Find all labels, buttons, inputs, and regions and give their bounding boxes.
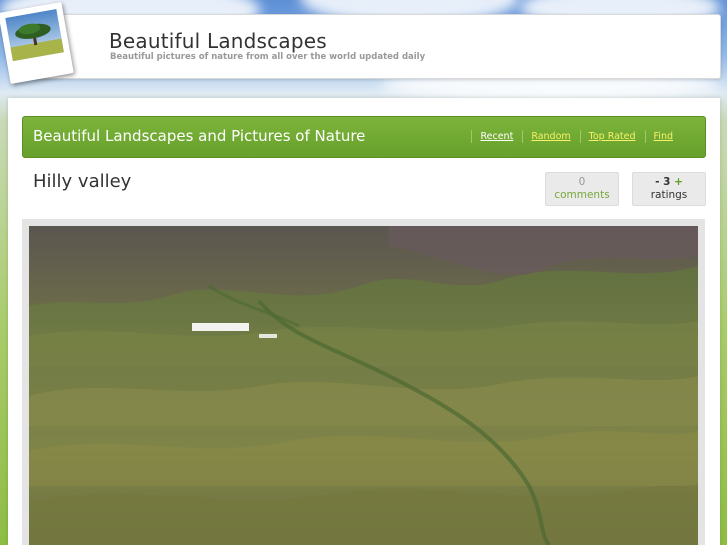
vote-up-button[interactable]: + <box>674 176 683 188</box>
nav-link-recent[interactable]: Recent <box>471 130 522 143</box>
ratings-label: ratings <box>650 189 688 201</box>
comments-box[interactable]: 0 comments <box>545 172 619 206</box>
nav-link-random[interactable]: Random <box>522 130 579 143</box>
nav-links: Recent Random Top Rated Find <box>471 130 705 143</box>
comments-count: 0 <box>578 176 586 188</box>
site-title[interactable]: Beautiful Landscapes <box>109 29 327 53</box>
site-tagline: Beautiful pictures of nature from all ov… <box>110 52 426 62</box>
nav-title: Beautiful Landscapes and Pictures of Nat… <box>33 127 366 145</box>
photo-title: Hilly valley <box>33 171 132 192</box>
rating-value: 3 <box>663 176 671 188</box>
vote-down-button[interactable]: - <box>655 176 659 188</box>
nav-link-top-rated[interactable]: Top Rated <box>579 130 645 143</box>
rating-controls: - 3 + <box>633 176 705 189</box>
landscape-photo-icon <box>0 1 74 85</box>
landscape-photo[interactable] <box>29 226 698 545</box>
photo-frame <box>22 219 705 545</box>
nav-link-find[interactable]: Find <box>644 130 705 143</box>
comments-label[interactable]: comments <box>546 189 618 202</box>
nav-bar: Beautiful Landscapes and Pictures of Nat… <box>22 116 706 158</box>
ratings-box: - 3 + ratings <box>632 172 706 206</box>
